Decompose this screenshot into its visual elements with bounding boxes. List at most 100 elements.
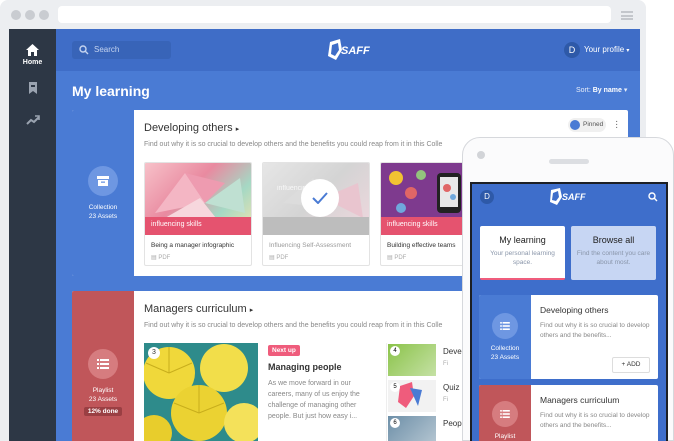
sort-dropdown[interactable]: Sort: By name ▾ [576, 86, 627, 94]
asset-card[interactable]: influencing skills Being a manager infog… [144, 162, 252, 266]
svg-text:SAFF: SAFF [562, 192, 586, 202]
item-number-badge: 3 [148, 347, 160, 359]
item-number-badge: 6 [390, 418, 400, 428]
add-label: ADD [626, 361, 641, 368]
item-number-badge: 4 [390, 346, 400, 356]
next-item-description: As we move forward in our careers, many … [268, 380, 360, 420]
tab-subtitle: Find the content you care about most. [576, 250, 651, 266]
archive-icon [88, 166, 118, 196]
search-icon[interactable] [648, 192, 658, 202]
pinned-label: Pinned [583, 121, 604, 128]
profile-menu[interactable]: D Your profile ▾ [564, 42, 629, 59]
asset-name: Influencing Self-Assessment [269, 242, 352, 249]
item-type: Fi [443, 397, 448, 403]
avatar[interactable]: D [480, 190, 494, 204]
app-logo[interactable]: SAFF [326, 38, 372, 67]
window-minimize-dot[interactable] [25, 10, 35, 20]
top-bar: Search SAFF D Your profile ▾ [56, 29, 640, 71]
playlist-side-panel: Playlist [479, 385, 531, 441]
bookmark-icon [28, 82, 37, 94]
page-title: My learning [72, 83, 150, 99]
add-button[interactable]: + ADD [612, 357, 650, 373]
playlist-type-label: Playlist [92, 387, 114, 394]
window-maximize-dot[interactable] [39, 10, 49, 20]
pinned-badge[interactable]: Pinned [568, 118, 606, 132]
asset-type: ▤ PDF [269, 255, 289, 261]
playlist-title: Managers curriculum [540, 395, 620, 405]
item-number-badge: 5 [390, 382, 400, 392]
search-input[interactable]: Search [72, 41, 171, 59]
list-icon [88, 349, 118, 379]
sidebar-item-label: Home [22, 59, 43, 66]
collection-title-text: Developing others [144, 122, 233, 134]
search-icon [79, 45, 89, 55]
camera-icon [477, 151, 485, 159]
playlist-count: 23 Assets [88, 396, 118, 403]
playlist-type-label: Playlist [494, 433, 516, 440]
saff-logo-icon: SAFF [328, 39, 370, 60]
playlist-feature-thumbnail[interactable]: 3 [144, 343, 258, 441]
tab-title: Browse all [592, 235, 635, 245]
thumbnail-caption: influencing skills [387, 221, 438, 228]
sidebar-item-bookmarks[interactable] [9, 81, 56, 95]
address-bar[interactable] [58, 6, 611, 23]
sort-value: By name [592, 87, 622, 94]
item-type: Fi [443, 361, 448, 367]
item-title: Peop [443, 419, 462, 428]
mobile-screen: D SAFF My learning Your personal learnin… [470, 182, 668, 441]
chevron-right-icon: ▸ [235, 126, 240, 133]
playlist-title[interactable]: Managers curriculum ▸ [144, 303, 253, 315]
profile-label: Your profile [584, 45, 625, 54]
browser-menu-icon[interactable] [621, 11, 633, 20]
asset-card[interactable]: influencing skills Influencing Self-Asse… [262, 162, 370, 266]
collection-side-panel: Collection 23 Assets [72, 110, 134, 276]
thumbnail-caption: influencing skills [151, 221, 202, 228]
next-item-title[interactable]: Managing people [268, 362, 342, 372]
item-title: Quiz [443, 383, 460, 392]
playlist-title-text: Managers curriculum [144, 303, 247, 315]
trending-icon [25, 115, 40, 125]
playlist-description: Find out why it is so crucial to develop… [144, 322, 443, 329]
tab-title: My learning [499, 235, 546, 245]
sidebar: Home [9, 29, 56, 441]
item-title: Deve [443, 347, 462, 356]
search-placeholder: Search [94, 45, 120, 54]
list-icon [492, 313, 518, 339]
check-circle-icon [570, 120, 580, 130]
chevron-down-icon: ▾ [623, 87, 628, 94]
chevron-right-icon: ▸ [249, 307, 254, 314]
mobile-collection-card[interactable]: Collection 23 Assets Developing others F… [479, 295, 658, 379]
list-icon [492, 401, 518, 427]
tab-my-learning[interactable]: My learning Your personal learning space… [480, 226, 565, 280]
window-close-dot[interactable] [11, 10, 21, 20]
sort-label: Sort: [576, 87, 591, 94]
sidebar-item-home[interactable]: Home [9, 43, 56, 66]
phone-mockup: D SAFF My learning Your personal learnin… [462, 137, 674, 441]
thumbnail-caption: influencing skills [277, 185, 328, 192]
collection-title[interactable]: Developing others ▸ [144, 122, 239, 134]
more-options-icon[interactable]: · · · [615, 117, 618, 133]
collection-type-label: Collection [490, 345, 520, 352]
collection-description: Find out why it is so crucial to develop… [144, 141, 443, 148]
home-icon [26, 44, 39, 56]
avatar: D [564, 42, 580, 58]
mobile-playlist-card[interactable]: Playlist Managers curriculum Find out wh… [479, 385, 658, 441]
collection-description: Find out why it is so crucial to develop… [540, 322, 650, 339]
asset-name: Being a manager infographic [151, 242, 235, 249]
collection-side-panel: Collection 23 Assets [479, 295, 531, 379]
sidebar-item-trends[interactable] [9, 115, 56, 125]
playlist-side-panel: Playlist 23 Assets 12% done [72, 291, 134, 441]
asset-type: ▤ PDF [151, 255, 171, 261]
next-up-badge: Next up [268, 345, 300, 356]
svg-text:SAFF: SAFF [341, 45, 370, 57]
tab-browse-all[interactable]: Browse all Find the content you care abo… [571, 226, 656, 280]
collection-title: Developing others [540, 305, 609, 315]
collection-count: 23 Assets [490, 354, 520, 361]
app-logo[interactable]: SAFF [548, 187, 592, 212]
tab-subtitle: Your personal learning space. [490, 250, 555, 266]
asset-thumbnail: influencing skills [263, 163, 369, 235]
collection-count: 23 Assets [88, 213, 118, 220]
saff-logo-icon: SAFF [550, 188, 586, 205]
chevron-down-icon: ▾ [626, 48, 630, 54]
speaker-grille [549, 159, 589, 164]
